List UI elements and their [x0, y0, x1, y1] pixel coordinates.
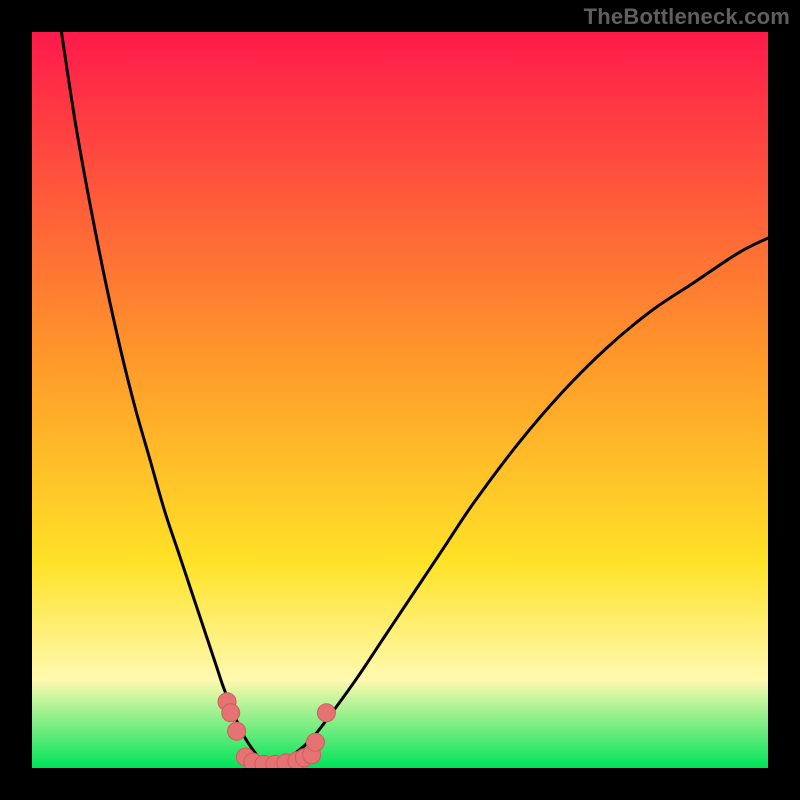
gradient-background: [32, 32, 768, 768]
data-marker: [222, 704, 240, 722]
data-marker: [306, 733, 324, 751]
data-marker: [228, 722, 246, 740]
chart-frame: TheBottleneck.com: [0, 0, 800, 800]
chart-svg: [32, 32, 768, 768]
watermark-text: TheBottleneck.com: [584, 4, 790, 30]
plot-area: [32, 32, 768, 768]
data-marker: [317, 704, 335, 722]
